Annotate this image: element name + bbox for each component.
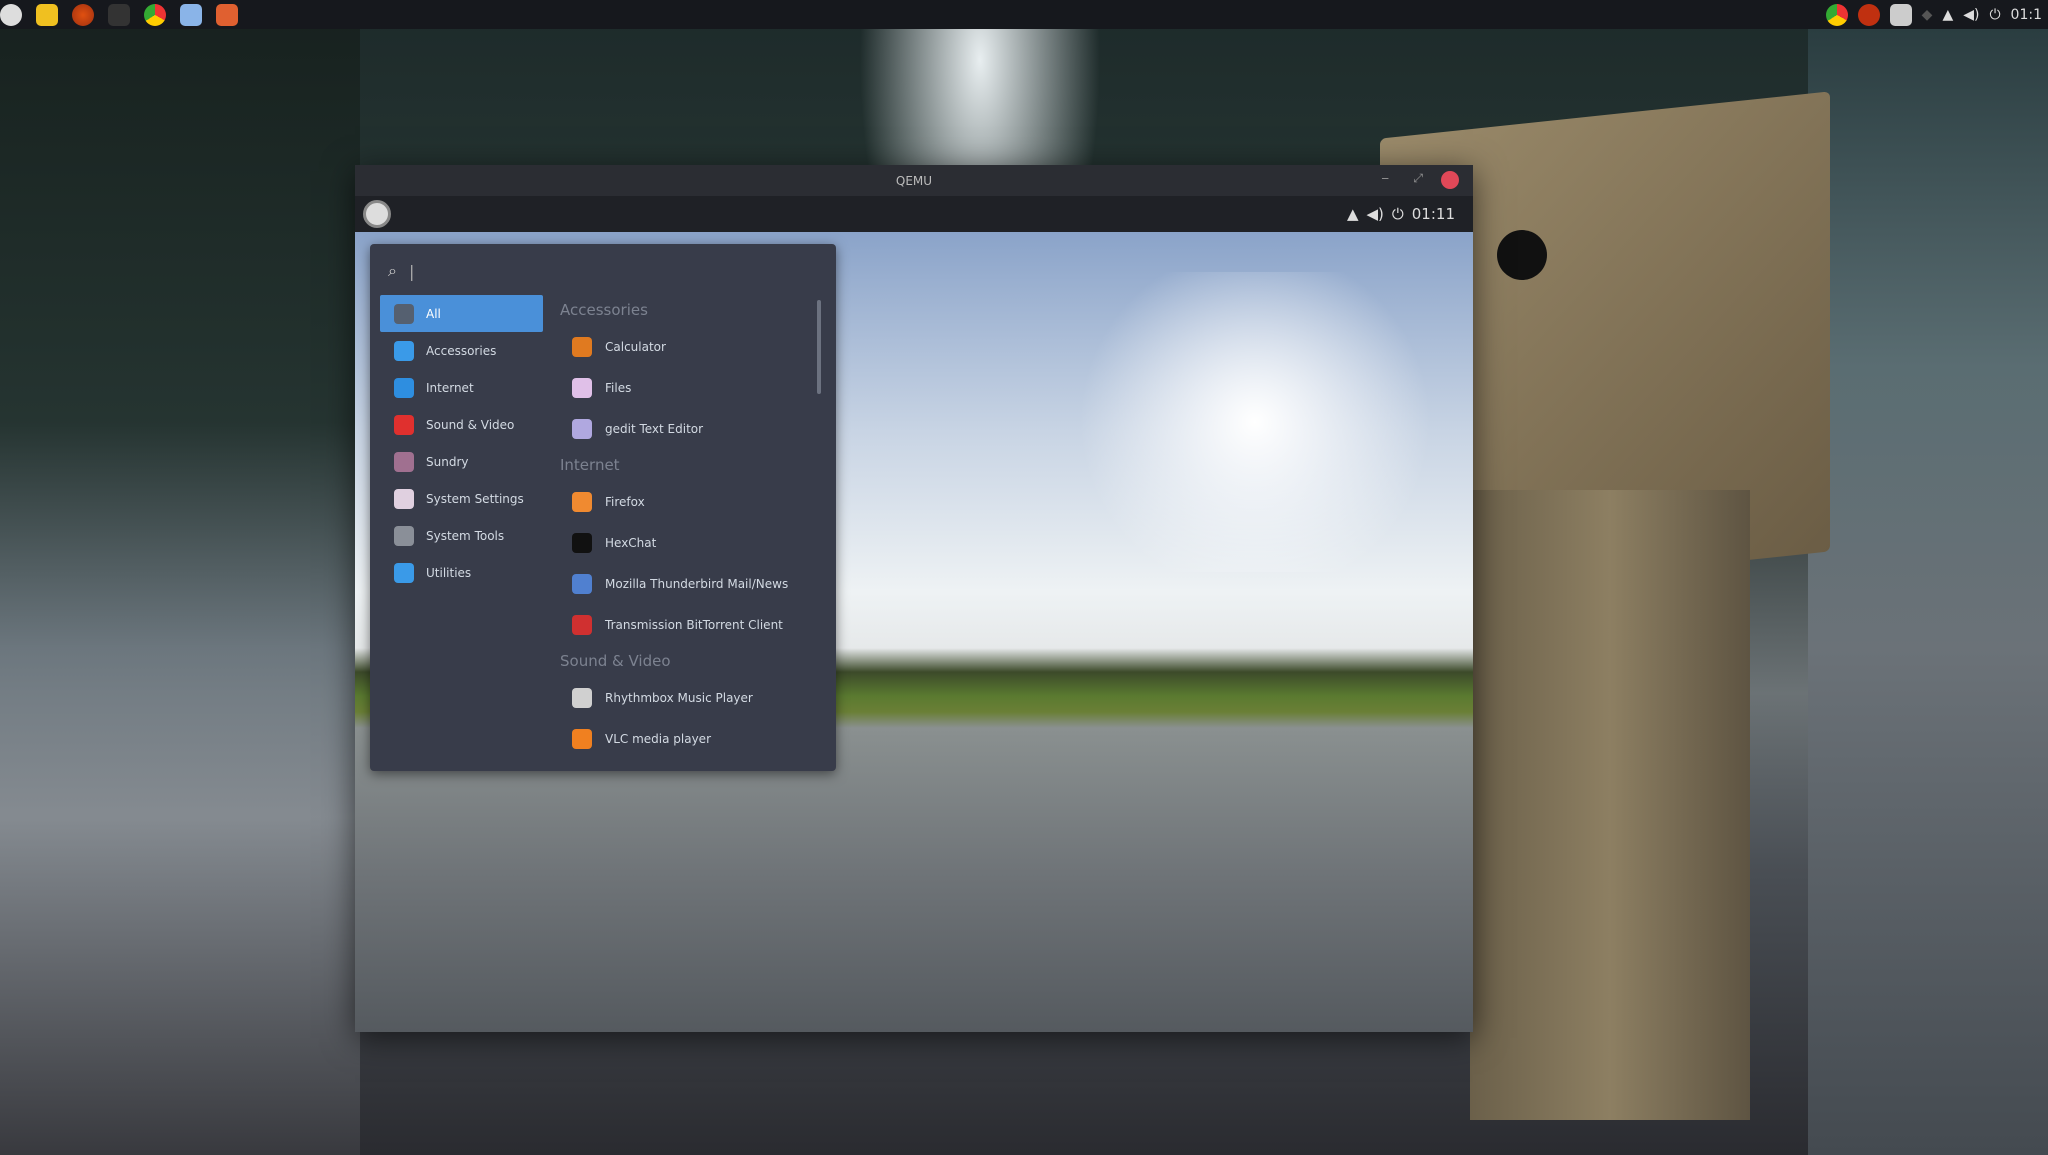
application-menu: ⌕ | All Accessories Internet Sound & Video S… <box>370 244 836 771</box>
app-icon <box>572 336 592 357</box>
category-sound-video[interactable]: Sound & Video <box>380 406 543 443</box>
app-label: Transmission BitTorrent Client <box>605 617 783 632</box>
app-item[interactable]: Rhythmbox Music Player <box>560 677 800 718</box>
wallpaper-robot-body <box>1470 490 1750 1120</box>
power-icon[interactable]: ⏻ <box>1989 7 2000 23</box>
network-icon[interactable]: ◆ <box>1922 7 1933 23</box>
category-label: Accessories <box>426 343 497 358</box>
app-label: Calculator <box>605 339 666 354</box>
category-icon <box>394 377 414 398</box>
category-icon <box>394 451 414 472</box>
search-icon: ⌕ <box>388 261 397 280</box>
wallpaper-right <box>1808 29 2048 1155</box>
category-label: All <box>426 306 441 321</box>
app-label: Files <box>605 380 632 395</box>
app-item[interactable]: Firefox <box>560 481 800 522</box>
app-item[interactable]: Files <box>560 367 800 408</box>
app-icon <box>572 573 592 594</box>
app-label: Firefox <box>605 494 645 509</box>
app-label: HexChat <box>605 535 657 550</box>
app-icon <box>572 377 592 398</box>
chrome-icon[interactable] <box>1825 3 1848 26</box>
title-bar[interactable]: QEMU ‒ ⤢ <box>355 165 1473 196</box>
app-icon <box>572 728 592 749</box>
app-label: gedit Text Editor <box>605 421 704 436</box>
minimize-button[interactable]: ‒ <box>1381 171 1389 185</box>
chrome-icon[interactable] <box>144 3 166 26</box>
close-button[interactable] <box>1441 171 1459 189</box>
volume-icon[interactable]: ◀) <box>1367 205 1384 223</box>
category-utilities[interactable]: Utilities <box>380 554 543 591</box>
category-sundry[interactable]: Sundry <box>380 443 543 480</box>
menu-icon[interactable] <box>0 3 22 26</box>
app-icon <box>572 532 592 553</box>
app-item[interactable]: Calculator <box>560 326 800 367</box>
category-internet[interactable]: Internet <box>380 369 543 406</box>
guest-panel: ▲ ◀) ⏻ 01:11 <box>355 196 1473 232</box>
app-icon <box>572 614 592 635</box>
category-label: System Tools <box>426 528 505 543</box>
category-label: Internet <box>426 380 474 395</box>
search-box[interactable]: ⌕ | <box>388 256 818 286</box>
app-icon <box>572 687 592 708</box>
category-icon <box>394 414 414 435</box>
category-icon <box>394 340 414 361</box>
cinnamon-icon[interactable] <box>1857 3 1880 26</box>
app-item[interactable]: HexChat <box>560 522 800 563</box>
wallpaper-left <box>0 29 360 1155</box>
app-icon <box>572 491 592 512</box>
menu-button[interactable] <box>363 200 391 228</box>
category-icon <box>394 562 414 583</box>
app-item[interactable]: gedit Text Editor <box>560 408 800 449</box>
app-label: VLC media player <box>605 731 712 746</box>
sky-glow <box>1055 272 1455 572</box>
wallpaper-robot-eye <box>1497 230 1547 280</box>
category-icon <box>394 488 414 509</box>
maximize-button[interactable]: ⤢ <box>1413 171 1423 186</box>
category-accessories[interactable]: Accessories <box>380 332 543 369</box>
top-panel: ◆ ▲ ◀) ⏻ 01:1 <box>0 0 2048 29</box>
app-item[interactable]: VLC media player <box>560 718 800 759</box>
cinnamon-icon[interactable] <box>72 3 94 26</box>
window-title: QEMU <box>895 173 933 188</box>
scrollbar[interactable] <box>817 300 821 394</box>
app-label: Rhythmbox Music Player <box>605 690 753 705</box>
files-icon[interactable] <box>36 3 58 26</box>
guest-clock[interactable]: 01:11 <box>1412 205 1455 223</box>
game-icon[interactable] <box>216 3 238 26</box>
category-label: Utilities <box>426 565 472 580</box>
browser-window-icon[interactable] <box>180 3 202 26</box>
category-all[interactable]: All <box>380 295 543 332</box>
clock[interactable]: 01:1 <box>2011 7 2042 23</box>
category-list: All Accessories Internet Sound & Video Sundr… <box>380 295 543 591</box>
volume-icon[interactable]: ◀) <box>1963 7 1979 23</box>
category-system-settings[interactable]: System Settings <box>380 480 543 517</box>
system-tray: ◆ ▲ ◀) ⏻ 01:1 <box>1825 0 2048 29</box>
guest-tray: ▲ ◀) ⏻ 01:11 <box>1347 196 1455 232</box>
bell-icon[interactable]: ▲ <box>1942 7 1953 23</box>
terminal-icon[interactable] <box>108 3 130 26</box>
clipboard-icon[interactable] <box>1889 3 1912 26</box>
section-header: Accessories <box>560 301 648 319</box>
app-label: Mozilla Thunderbird Mail/News <box>605 576 789 591</box>
app-item[interactable]: Transmission BitTorrent Client <box>560 604 800 645</box>
section-header: Sound & Video <box>560 652 671 670</box>
category-label: Sound & Video <box>426 417 515 432</box>
app-list: Accessories Calculator Files gedit Text Edi… <box>560 294 800 759</box>
section-header: Internet <box>560 456 620 474</box>
app-item[interactable]: Mozilla Thunderbird Mail/News <box>560 563 800 604</box>
bell-icon[interactable]: ▲ <box>1347 205 1359 223</box>
category-system-tools[interactable]: System Tools <box>380 517 543 554</box>
category-label: System Settings <box>426 491 524 506</box>
category-label: Sundry <box>426 454 469 469</box>
category-icon <box>394 525 414 546</box>
category-icon <box>394 303 414 324</box>
power-icon[interactable]: ⏻ <box>1392 205 1404 223</box>
app-icon <box>572 418 592 439</box>
